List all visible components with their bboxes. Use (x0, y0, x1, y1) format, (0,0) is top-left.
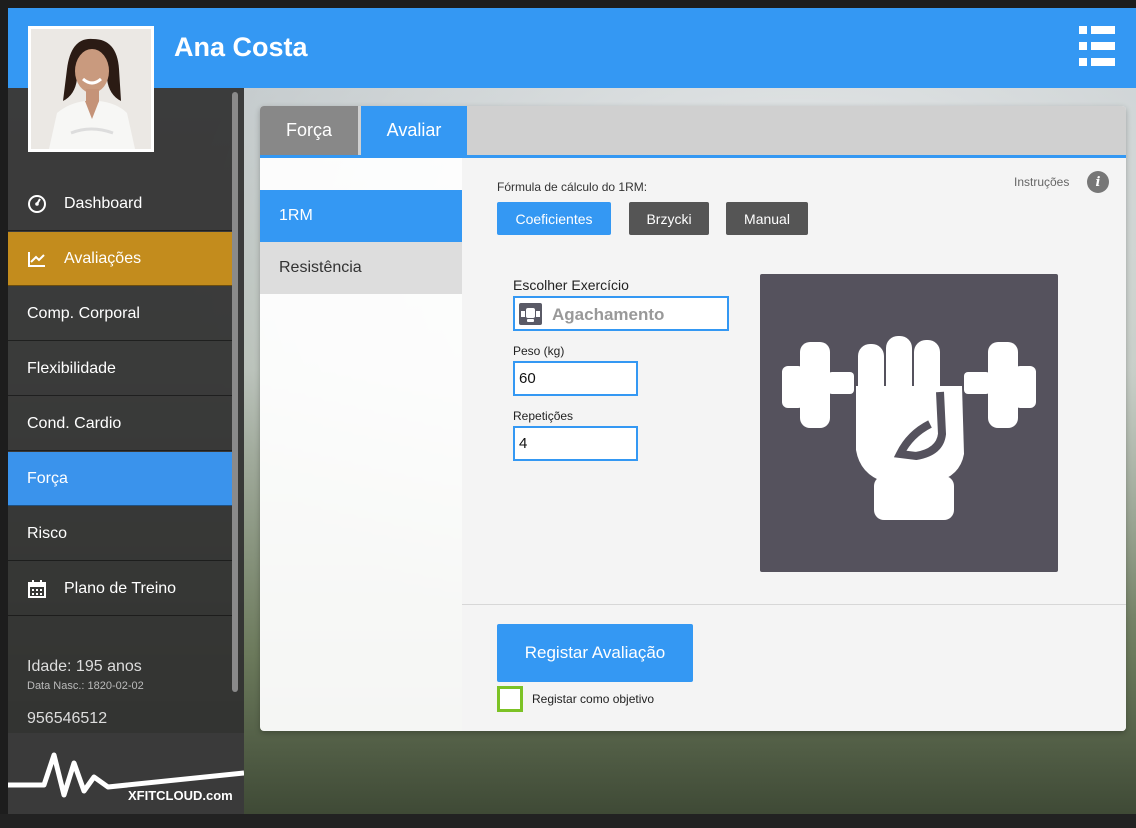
sidebar-item-label: Cond. Cardio (27, 414, 122, 432)
sidebar-item-avaliacoes[interactable]: Avaliações (8, 232, 232, 286)
manual-button[interactable]: Manual (726, 202, 808, 235)
sidebar-item-label: Comp. Corporal (27, 304, 140, 322)
formula-label: Fórmula de cálculo do 1RM: (497, 180, 648, 194)
sidebar-item-label: Avaliações (64, 249, 142, 267)
fist-dumbbell-icon (782, 336, 1036, 520)
app-window: Ana Costa Dashboard Avaliações Comp. Cor… (8, 8, 1136, 814)
main-panel: Força Avaliar 1RM Resistência Fórmula de… (260, 106, 1126, 731)
subnav-resistencia[interactable]: Resistência (260, 242, 462, 294)
tab-forca[interactable]: Força (260, 106, 358, 155)
evaluation-form: Fórmula de cálculo do 1RM: Coeficientes … (462, 158, 1126, 731)
logo-text: XFITCLOUD.com (128, 788, 233, 803)
patient-age: Idade: 195 anos (27, 658, 142, 675)
sidebar-item-label: Risco (27, 524, 68, 542)
weight-input[interactable] (513, 361, 638, 396)
patient-birth-date: Data Nasc.: 1820-02-02 (27, 680, 144, 692)
sidebar-item-comp-corporal[interactable]: Comp. Corporal (8, 287, 232, 341)
sidebar-scrollbar[interactable] (232, 92, 238, 692)
fist-dumbbell-icon (519, 303, 542, 325)
list-menu-icon[interactable] (1079, 26, 1115, 66)
sidebar-item-label: Flexibilidade (27, 359, 116, 377)
chart-line-icon (27, 249, 47, 269)
top-header: Ana Costa (8, 8, 1136, 88)
reps-input[interactable] (513, 426, 638, 461)
instructions-link[interactable]: Instruções (1014, 175, 1069, 189)
sidebar-item-label: Dashboard (64, 194, 143, 212)
subnav-1rm[interactable]: 1RM (260, 190, 462, 242)
patient-phone: 956546512 (27, 710, 108, 727)
exercise-value: Agachamento (552, 305, 665, 324)
avatar[interactable] (28, 26, 154, 152)
sidebar: Dashboard Avaliações Comp. Corporal Flex… (8, 88, 245, 814)
brzycki-button[interactable]: Brzycki (629, 202, 709, 235)
sidebar-item-label: Plano de Treino (64, 579, 177, 597)
user-name: Ana Costa (174, 32, 308, 62)
sub-navigation: 1RM Resistência (260, 158, 462, 731)
exercise-label: Escolher Exercício (513, 277, 629, 293)
tab-bar: Força Avaliar (260, 106, 1126, 158)
objective-checkbox-label: Registar como objetivo (532, 692, 655, 706)
sidebar-item-flexibilidade[interactable]: Flexibilidade (8, 342, 232, 396)
sidebar-item-plano-de-treino[interactable]: Plano de Treino (8, 562, 232, 616)
dashboard-gauge-icon (27, 194, 47, 214)
sidebar-item-cond-cardio[interactable]: Cond. Cardio (8, 397, 232, 451)
sidebar-item-forca[interactable]: Força (8, 452, 232, 506)
register-evaluation-button[interactable]: Registar Avaliação (497, 624, 693, 682)
bottom-bar (0, 814, 1136, 828)
sidebar-item-risco[interactable]: Risco (8, 507, 232, 561)
calendar-icon (27, 579, 47, 599)
sidebar-item-dashboard[interactable]: Dashboard (8, 177, 232, 231)
info-icon[interactable]: i (1087, 171, 1109, 193)
objective-checkbox[interactable] (497, 686, 523, 712)
tab-avaliar[interactable]: Avaliar (361, 106, 467, 155)
section-divider (462, 604, 1126, 605)
reps-label: Repetições (513, 409, 574, 423)
exercise-illustration (760, 274, 1058, 572)
weight-label: Peso (kg) (513, 344, 565, 358)
exercise-select[interactable]: Agachamento (513, 296, 729, 331)
sidebar-item-label: Força (27, 469, 68, 487)
coeficientes-button[interactable]: Coeficientes (497, 202, 611, 235)
